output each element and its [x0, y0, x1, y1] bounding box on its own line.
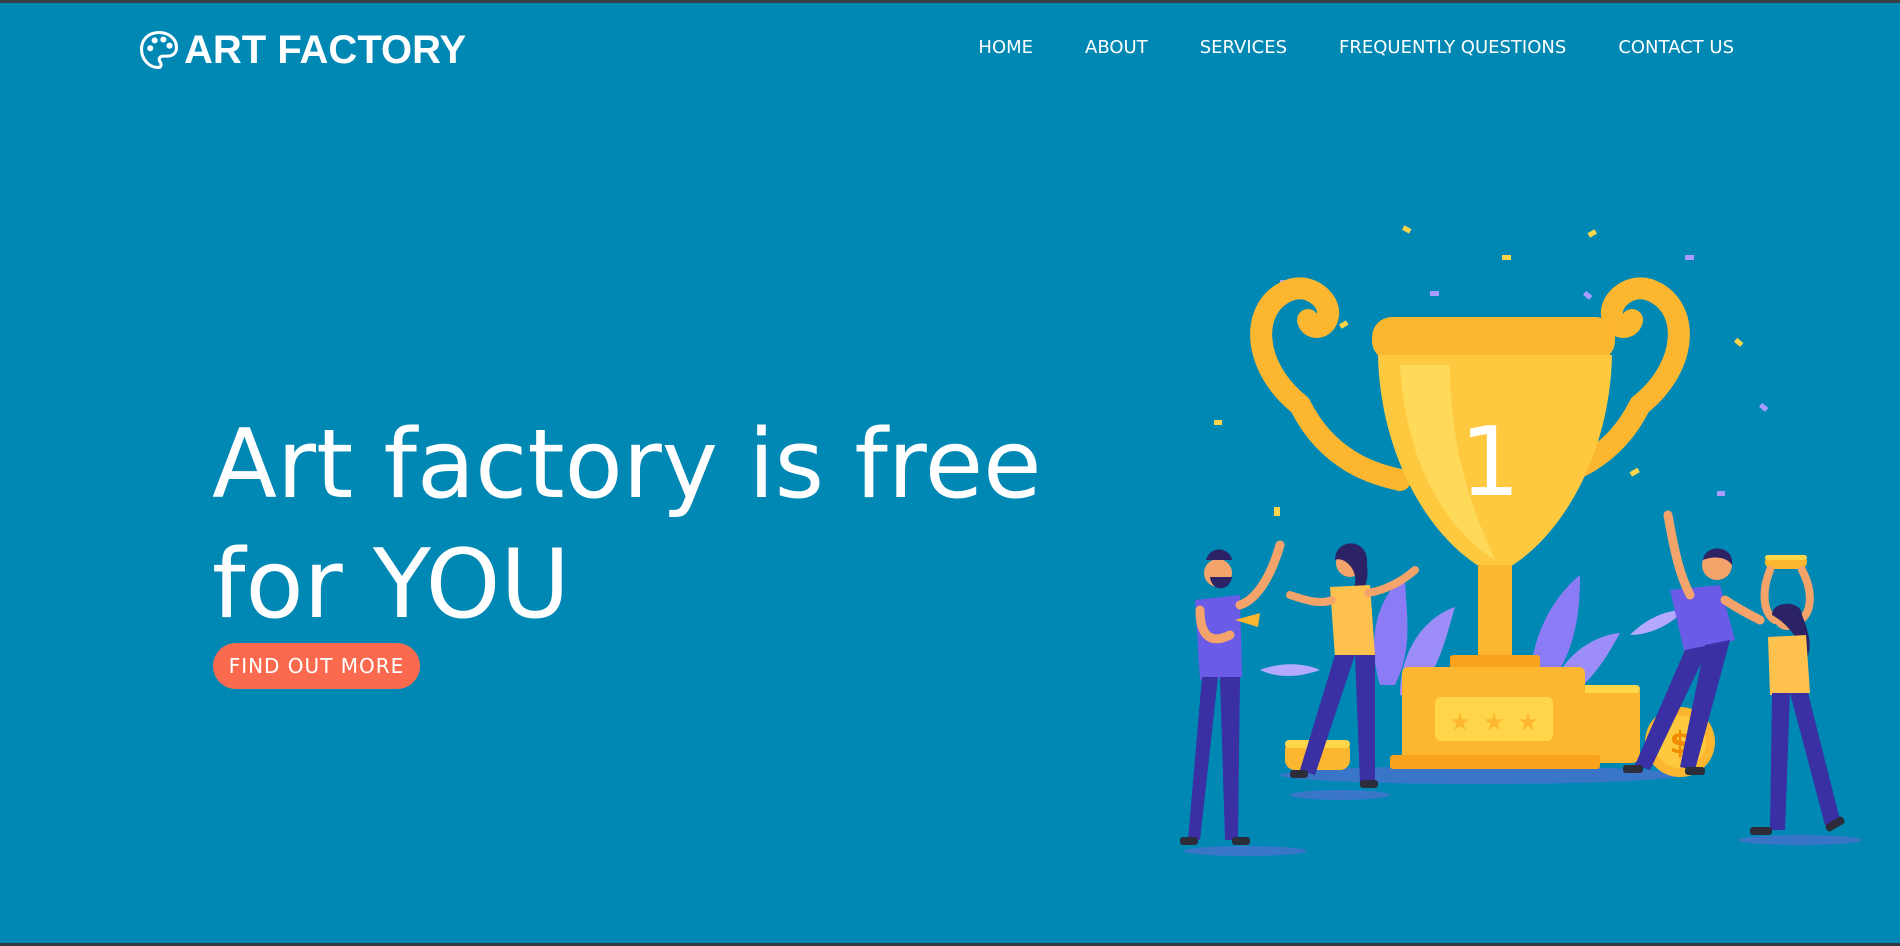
svg-text:★: ★ — [1449, 708, 1471, 736]
person-bearded-man — [1180, 540, 1285, 845]
nav-about[interactable]: ABOUT — [1085, 37, 1148, 58]
person-girl-holding-coins — [1750, 555, 1845, 835]
trophy-number: 1 — [1460, 408, 1520, 518]
person-man-reaching — [1623, 510, 1765, 775]
main-menu: HOME ABOUT SERVICES FREQUENTLY QUESTIONS… — [926, 37, 1734, 58]
nav-home[interactable]: HOME — [978, 37, 1033, 58]
svg-text:★: ★ — [1517, 708, 1539, 736]
palette-icon — [139, 30, 179, 70]
nav-services[interactable]: SERVICES — [1200, 37, 1287, 58]
svg-text:★: ★ — [1483, 708, 1505, 736]
nav-contact-us[interactable]: CONTACT US — [1618, 37, 1734, 58]
hero-title-line-2: for YOU — [212, 530, 570, 640]
find-out-more-button[interactable]: FIND OUT MORE — [213, 643, 420, 689]
nav-frequently-questions[interactable]: FREQUENTLY QUESTIONS — [1339, 37, 1566, 58]
trophy-celebration-illustration: $ ★ ★ ★ 1 — [1180, 225, 1862, 856]
top-navbar: ART FACTORY HOME ABOUT SERVICES FREQUENT… — [0, 0, 1900, 100]
brand-name: ART FACTORY — [184, 27, 467, 72]
hero-title-line-1: Art factory is free — [212, 410, 1042, 520]
brand-logo-link[interactable]: ART FACTORY — [138, 28, 466, 72]
hero-title: Art factory is free for YOU — [212, 405, 1072, 645]
